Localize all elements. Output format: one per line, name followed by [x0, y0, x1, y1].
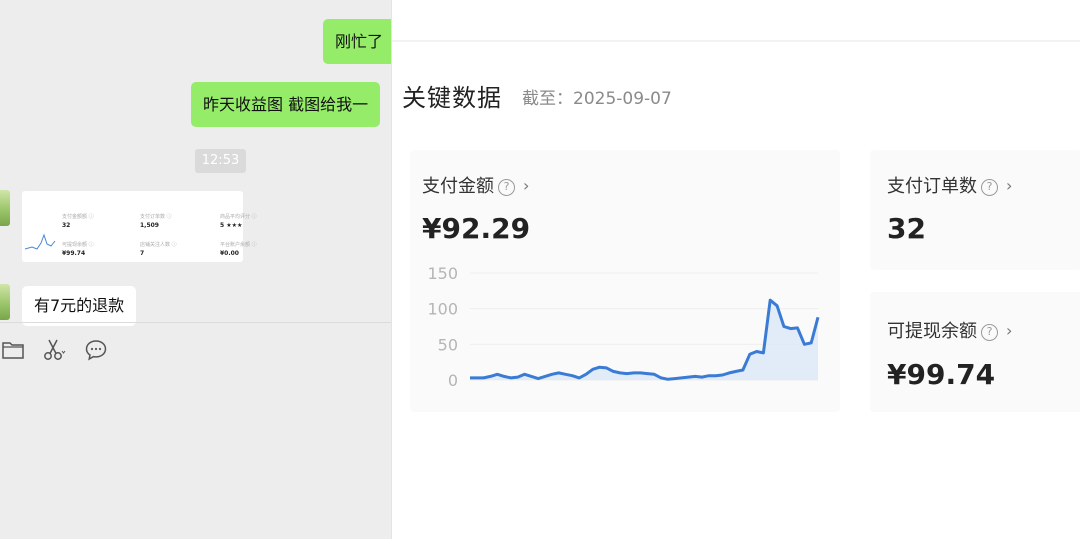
- pay-amount-trend-chart: 150 100 50 0: [427, 264, 820, 390]
- contact-avatar[interactable]: [0, 190, 10, 226]
- contact-avatar[interactable]: [0, 284, 10, 320]
- chat-bubble-icon[interactable]: [84, 338, 108, 362]
- chevron-right-icon[interactable]: ›: [1006, 321, 1012, 340]
- image-message-thumbnail[interactable]: 支付金额额 ⓘ 32 支付订单数 ⓘ 1,509 商品平均评分 ⓘ 5 ★★★ …: [22, 191, 257, 262]
- chat-pane: 刚忙了 昨天收益图 截图给我一 12:53 支付金额额 ⓘ 32 支付订单数 ⓘ…: [0, 0, 392, 539]
- input-divider: [0, 322, 392, 323]
- pay-amount-card[interactable]: 支付金额? › ¥92.29 150 100 50 0: [410, 150, 840, 412]
- thumb-value: ¥0.00: [220, 250, 239, 257]
- cutoff-date: 截至：2025-09-07: [522, 89, 672, 109]
- thumb-label: 支付金额额 ⓘ: [62, 214, 94, 220]
- thumb-value: 1,509: [140, 222, 159, 229]
- message-bubble-other[interactable]: 有7元的退款: [22, 286, 137, 326]
- chevron-right-icon[interactable]: ›: [523, 176, 529, 195]
- pay-amount-value: ¥92.29: [422, 212, 531, 245]
- thumb-label: 支付订单数 ⓘ: [140, 214, 172, 220]
- pay-orders-value: 32: [887, 212, 926, 245]
- withdrawable-label-row: 可提现余额? ›: [887, 317, 1012, 343]
- y-tick-label: 100: [427, 300, 458, 319]
- pay-amount-label: 支付金额: [422, 176, 494, 197]
- pay-orders-card[interactable]: 支付订单数? › 32: [870, 150, 1080, 270]
- thumb-label: 店铺关注人数 ⓘ: [140, 242, 177, 248]
- thumb-value: ¥99.74: [62, 250, 86, 257]
- withdrawable-balance-card[interactable]: 可提现余额? › ¥99.74: [870, 292, 1080, 412]
- help-icon[interactable]: ?: [981, 324, 998, 341]
- help-icon[interactable]: ?: [498, 179, 515, 196]
- y-tick-label: 0: [448, 371, 458, 390]
- withdrawable-label: 可提现余额: [887, 321, 977, 342]
- thumb-value: 5 ★★★: [220, 222, 243, 229]
- message-bubble-me[interactable]: 昨天收益图 截图给我一: [191, 82, 381, 127]
- folder-icon[interactable]: [1, 338, 25, 362]
- y-tick-label: 50: [438, 335, 458, 354]
- message-bubble-me[interactable]: 刚忙了: [323, 19, 392, 64]
- thumb-label: 商品平均评分 ⓘ: [220, 214, 257, 220]
- screenshot-header-band: [392, 0, 1080, 42]
- y-tick-label: 150: [427, 264, 458, 283]
- thumb-value: 32: [62, 222, 71, 229]
- withdrawable-value: ¥99.74: [887, 358, 996, 391]
- thumb-mini-chart: [24, 233, 56, 250]
- thumb-label: 平台账户余额 ⓘ: [220, 242, 257, 248]
- chevron-right-icon[interactable]: ›: [1006, 176, 1012, 195]
- thumb-value: 7: [140, 250, 145, 257]
- key-data-title: 关键数据: [402, 84, 502, 112]
- stage: 刚忙了 昨天收益图 截图给我一 12:53 支付金额额 ⓘ 32 支付订单数 ⓘ…: [0, 0, 1080, 539]
- scissors-icon[interactable]: [42, 338, 66, 362]
- pay-orders-label-row: 支付订单数? ›: [887, 172, 1012, 198]
- pay-amount-label-row: 支付金额? ›: [422, 172, 529, 198]
- pay-orders-label: 支付订单数: [887, 176, 977, 197]
- thumb-label: 可提现余额 ⓘ: [62, 242, 94, 248]
- message-timestamp: 12:53: [195, 149, 246, 173]
- shared-screenshot[interactable]: 关键数据 截至：2025-09-07 支付金额? › ¥92.29 150 100 5…: [391, 0, 1080, 539]
- help-icon[interactable]: ?: [981, 179, 998, 196]
